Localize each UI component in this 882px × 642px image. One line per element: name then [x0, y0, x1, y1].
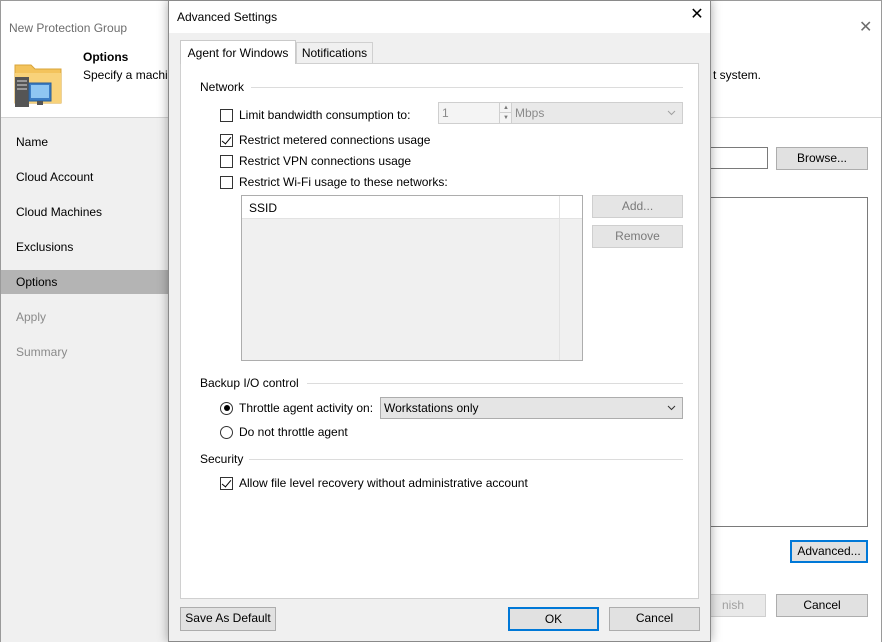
ssid-column-separator	[559, 196, 560, 360]
dialog-title: Advanced Settings	[177, 10, 278, 24]
wizard-nav: Name Cloud Account Cloud Machines Exclus…	[1, 118, 169, 642]
network-divider	[251, 87, 683, 88]
bandwidth-value-stepper: 1 ▲ ▼	[438, 102, 513, 124]
no-throttle-row[interactable]: Do not throttle agent	[220, 424, 348, 440]
allow-flr-row[interactable]: Allow file level recovery without admini…	[220, 475, 528, 491]
tab-agent-for-windows[interactable]: Agent for Windows	[180, 40, 296, 64]
bandwidth-value: 1	[442, 106, 449, 120]
nav-item-name[interactable]: Name	[1, 130, 169, 154]
tab-notifications[interactable]: Notifications	[296, 42, 373, 64]
chevron-down-icon	[667, 110, 676, 116]
throttle-radio[interactable]	[220, 401, 233, 415]
dialog-close-icon[interactable]: ✕	[688, 7, 706, 25]
wizard-step-description-tail: t system.	[713, 68, 762, 82]
dialog-titlebar: Advanced Settings ✕	[169, 1, 710, 33]
dialog-cancel-button[interactable]: Cancel	[609, 607, 700, 631]
throttle-target-select[interactable]: Workstations only	[380, 397, 683, 419]
wizard-title: New Protection Group	[9, 21, 128, 35]
chevron-down-icon	[667, 405, 676, 411]
ok-button[interactable]: OK	[508, 607, 599, 631]
no-throttle-radio[interactable]	[220, 425, 233, 439]
wizard-listbox[interactable]	[709, 197, 868, 527]
restrict-metered-row[interactable]: Restrict metered connections usage	[220, 132, 430, 148]
advanced-button[interactable]: Advanced...	[790, 540, 868, 563]
backup-io-divider	[307, 383, 683, 384]
allow-flr-checkbox[interactable]	[220, 476, 233, 490]
restrict-wifi-checkbox[interactable]	[220, 175, 233, 189]
restrict-vpn-checkbox[interactable]	[220, 154, 233, 168]
wizard-step-title: Options	[83, 50, 129, 64]
agent-for-windows-panel: Network Limit bandwidth consumption to: …	[180, 63, 699, 599]
allow-flr-label: Allow file level recovery without admini…	[239, 476, 528, 490]
network-heading: Network	[200, 80, 245, 94]
limit-bandwidth-checkbox[interactable]	[220, 108, 233, 122]
wizard-path-field[interactable]	[709, 147, 768, 169]
nav-item-summary: Summary	[16, 345, 68, 359]
security-divider	[249, 459, 683, 460]
save-as-default-button[interactable]: Save As Default	[180, 607, 276, 631]
nav-item-exclusions[interactable]: Exclusions	[1, 235, 169, 259]
ssid-column-header: SSID	[249, 201, 278, 215]
bandwidth-unit-value: Mbps	[515, 106, 545, 120]
no-throttle-label: Do not throttle agent	[239, 425, 348, 439]
throttle-row[interactable]: Throttle agent activity on:	[220, 400, 373, 416]
bandwidth-unit-select: Mbps	[511, 102, 683, 124]
nav-item-apply: Apply	[16, 310, 47, 324]
throttle-label: Throttle agent activity on:	[239, 401, 374, 415]
nav-item-cloud-account[interactable]: Cloud Account	[1, 165, 169, 189]
remove-ssid-button: Remove	[592, 225, 683, 248]
limit-bandwidth-label: Limit bandwidth consumption to:	[239, 108, 411, 122]
restrict-metered-checkbox[interactable]	[220, 133, 233, 147]
ssid-list: SSID	[241, 195, 583, 361]
limit-bandwidth-row[interactable]: Limit bandwidth consumption to:	[220, 107, 410, 123]
protection-group-icon	[11, 55, 67, 111]
wizard-cancel-button[interactable]: Cancel	[776, 594, 868, 617]
browse-button[interactable]: Browse...	[776, 147, 868, 170]
add-ssid-button: Add...	[592, 195, 683, 218]
nav-item-options[interactable]: Options	[1, 270, 169, 294]
restrict-vpn-label: Restrict VPN connections usage	[239, 154, 412, 168]
nav-item-cloud-machines[interactable]: Cloud Machines	[1, 200, 169, 224]
backup-io-heading: Backup I/O control	[200, 376, 299, 390]
security-heading: Security	[200, 452, 244, 466]
wizard-step-description: Specify a machin	[83, 68, 175, 82]
restrict-wifi-row[interactable]: Restrict Wi-Fi usage to these networks:	[220, 174, 448, 190]
wizard-close-icon[interactable]: ✕	[859, 17, 872, 37]
restrict-wifi-label: Restrict Wi-Fi usage to these networks:	[239, 175, 448, 189]
throttle-target-value: Workstations only	[384, 401, 479, 415]
restrict-metered-label: Restrict metered connections usage	[239, 133, 431, 147]
advanced-settings-dialog: Advanced Settings ✕ Agent for Windows No…	[168, 0, 711, 642]
restrict-vpn-row[interactable]: Restrict VPN connections usage	[220, 153, 411, 169]
ssid-list-header: SSID	[242, 196, 582, 219]
